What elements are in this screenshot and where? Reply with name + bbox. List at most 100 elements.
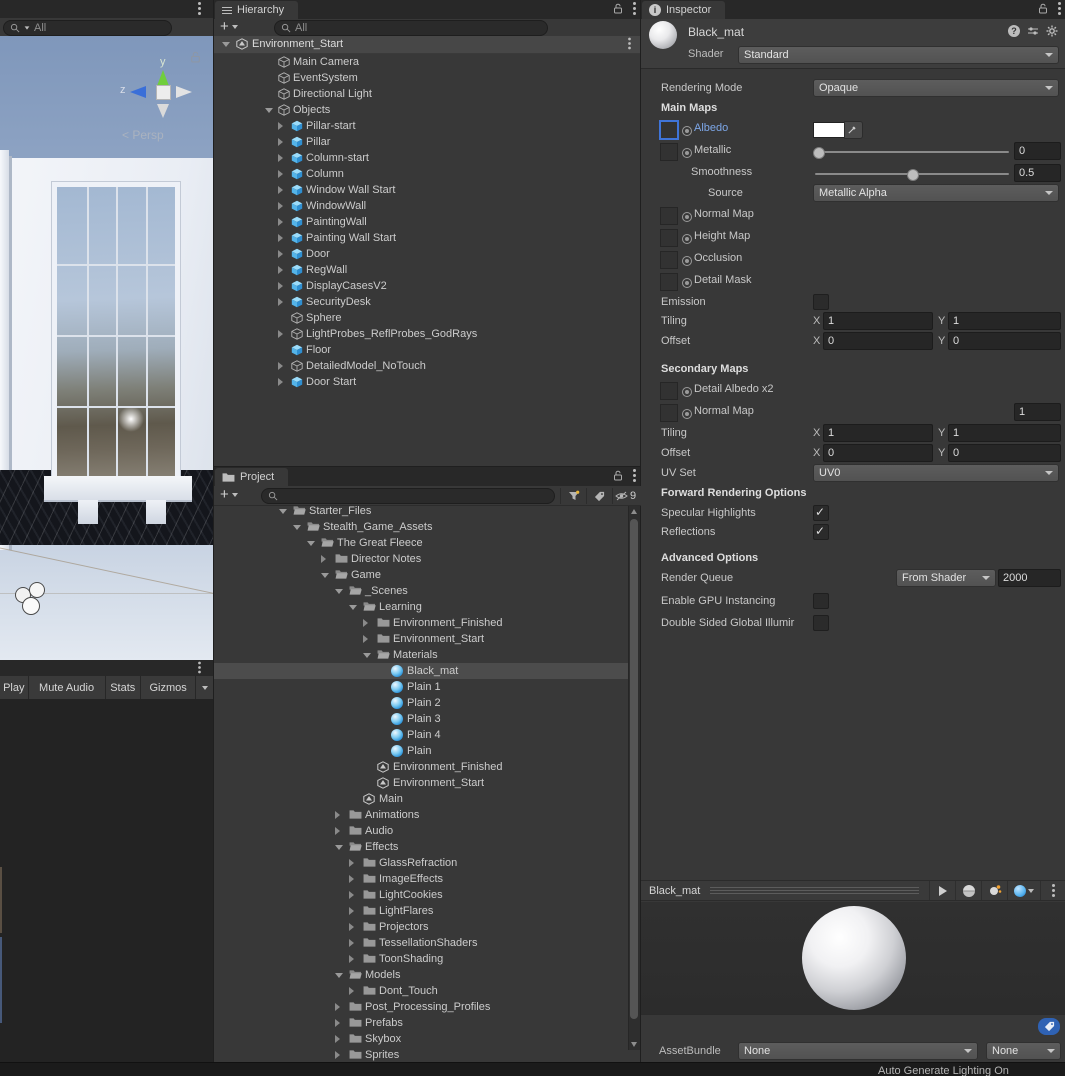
project-search-field[interactable] xyxy=(261,488,555,504)
hierarchy-row[interactable]: Column-start xyxy=(214,150,641,166)
project-row[interactable]: Effects xyxy=(214,839,629,855)
hierarchy-row[interactable]: DisplayCasesV2 xyxy=(214,278,641,294)
slider-handle[interactable] xyxy=(813,147,825,159)
albedo-texture-slot[interactable] xyxy=(660,121,678,139)
hierarchy-row[interactable]: LightProbes_ReflProbes_GodRays xyxy=(214,326,641,342)
hierarchy-row[interactable]: SecurityDesk xyxy=(214,294,641,310)
scroll-up-arrow[interactable] xyxy=(631,509,637,514)
project-row[interactable]: TessellationShaders xyxy=(214,935,629,951)
project-row[interactable]: The Great Fleece xyxy=(214,535,629,551)
asset-labels-button[interactable] xyxy=(1038,1018,1060,1035)
detail-albedo-texture-slot[interactable] xyxy=(660,382,678,400)
expand-arrow-icon[interactable] xyxy=(278,234,283,242)
scrollbar-thumb[interactable] xyxy=(630,519,638,1019)
collapse-arrow-icon[interactable] xyxy=(335,845,343,850)
expand-arrow-icon[interactable] xyxy=(349,939,354,947)
asset-bundle-variant-dropdown[interactable]: None xyxy=(986,1042,1061,1060)
hierarchy-search-field[interactable]: All xyxy=(274,20,548,36)
search-by-label-button[interactable] xyxy=(586,488,612,504)
smoothness-source-dropdown[interactable]: Metallic Alpha xyxy=(813,184,1059,202)
expand-arrow-icon[interactable] xyxy=(278,138,283,146)
expand-arrow-icon[interactable] xyxy=(278,218,283,226)
expand-arrow-icon[interactable] xyxy=(349,923,354,931)
expand-arrow-icon[interactable] xyxy=(335,827,340,835)
texture-target-icon[interactable] xyxy=(682,212,692,222)
collapse-arrow-icon[interactable] xyxy=(363,653,371,658)
project-row[interactable]: Skybox xyxy=(214,1031,629,1047)
texture-target-icon[interactable] xyxy=(682,256,692,266)
hidden-packages-toggle[interactable]: 9 xyxy=(612,488,638,504)
project-row[interactable]: Projectors xyxy=(214,919,629,935)
collapse-arrow-icon[interactable] xyxy=(279,509,287,514)
game-view[interactable] xyxy=(0,699,213,1062)
tiling-x-field[interactable]: 1 xyxy=(823,312,933,330)
project-row[interactable]: Prefabs xyxy=(214,1015,629,1031)
axis-z-label[interactable]: z xyxy=(120,84,126,96)
pane-menu-icon[interactable] xyxy=(633,7,636,10)
preview-header-bar[interactable]: Black_mat xyxy=(641,880,1065,901)
expand-arrow-icon[interactable] xyxy=(278,122,283,130)
project-row[interactable]: Sprites xyxy=(214,1047,629,1063)
collapse-arrow-icon[interactable] xyxy=(293,525,301,530)
smoothness-value-field[interactable]: 0.5 xyxy=(1014,164,1061,182)
project-row[interactable]: ImageEffects xyxy=(214,871,629,887)
uv-set-dropdown[interactable]: UV0 xyxy=(813,464,1059,482)
hierarchy-row[interactable]: Floor xyxy=(214,342,641,358)
expand-arrow-icon[interactable] xyxy=(278,154,283,162)
axis-down-cone[interactable] xyxy=(157,104,169,118)
expand-arrow-icon[interactable] xyxy=(335,1019,340,1027)
light-probe-handle[interactable] xyxy=(29,582,45,598)
shader-dropdown[interactable]: Standard xyxy=(738,46,1059,64)
detail-mask-texture-slot[interactable] xyxy=(660,273,678,291)
expand-arrow-icon[interactable] xyxy=(363,635,368,643)
expand-arrow-icon[interactable] xyxy=(278,186,283,194)
preview-lighting-button[interactable] xyxy=(981,881,1007,900)
lock-icon[interactable] xyxy=(1038,3,1048,14)
secondary-offset-x-field[interactable]: 0 xyxy=(823,444,933,462)
project-row[interactable]: Plain 2 xyxy=(214,695,629,711)
project-row[interactable]: GlassRefraction xyxy=(214,855,629,871)
preview-shape-button[interactable] xyxy=(955,881,981,900)
project-row[interactable]: Learning xyxy=(214,599,629,615)
emission-checkbox[interactable] xyxy=(813,294,829,310)
metallic-slider[interactable] xyxy=(813,147,1009,159)
project-row[interactable]: Materials xyxy=(214,647,629,663)
search-filter-arrow-icon[interactable] xyxy=(24,26,30,30)
pane-menu-icon[interactable] xyxy=(633,474,636,477)
scene-lock-icon[interactable] xyxy=(190,51,201,63)
hierarchy-row[interactable]: Objects xyxy=(214,102,641,118)
axis-x-cone[interactable] xyxy=(176,86,192,98)
hierarchy-row[interactable]: Door Start xyxy=(214,374,641,390)
secondary-normal-texture-slot[interactable] xyxy=(660,404,678,422)
create-object-button[interactable]: + xyxy=(220,19,238,34)
expand-arrow-icon[interactable] xyxy=(278,298,283,306)
project-row[interactable]: Plain 1 xyxy=(214,679,629,695)
expand-arrow-icon[interactable] xyxy=(335,1035,340,1043)
light-probe-handle[interactable] xyxy=(22,597,40,615)
mute-audio-button[interactable]: Mute Audio xyxy=(29,676,106,699)
project-row[interactable]: Animations xyxy=(214,807,629,823)
axis-y-label[interactable]: y xyxy=(160,56,166,68)
pane-menu-icon[interactable] xyxy=(198,666,201,669)
project-row[interactable]: Stealth_Game_Assets xyxy=(214,519,629,535)
texture-target-icon[interactable] xyxy=(682,148,692,158)
create-asset-button[interactable]: + xyxy=(220,487,238,502)
hierarchy-row[interactable]: Door xyxy=(214,246,641,262)
project-row[interactable]: Audio xyxy=(214,823,629,839)
expand-arrow-icon[interactable] xyxy=(335,1003,340,1011)
project-row[interactable]: Environment_Start xyxy=(214,631,629,647)
collapse-arrow-icon[interactable] xyxy=(222,42,230,47)
axis-z-cone[interactable] xyxy=(130,86,146,98)
stats-button[interactable]: Stats xyxy=(106,676,142,699)
eyedropper-button[interactable] xyxy=(844,121,863,139)
gpu-instancing-checkbox[interactable] xyxy=(813,593,829,609)
secondary-tiling-y-field[interactable]: 1 xyxy=(948,424,1061,442)
project-row[interactable]: Main xyxy=(214,791,629,807)
project-row[interactable]: Environment_Finished xyxy=(214,759,629,775)
normal-map-texture-slot[interactable] xyxy=(660,207,678,225)
project-row[interactable]: Plain 3 xyxy=(214,711,629,727)
material-preview-area[interactable] xyxy=(641,902,1065,1014)
slider-handle[interactable] xyxy=(907,169,919,181)
lock-icon[interactable] xyxy=(613,470,623,481)
albedo-color-swatch[interactable] xyxy=(813,122,845,138)
